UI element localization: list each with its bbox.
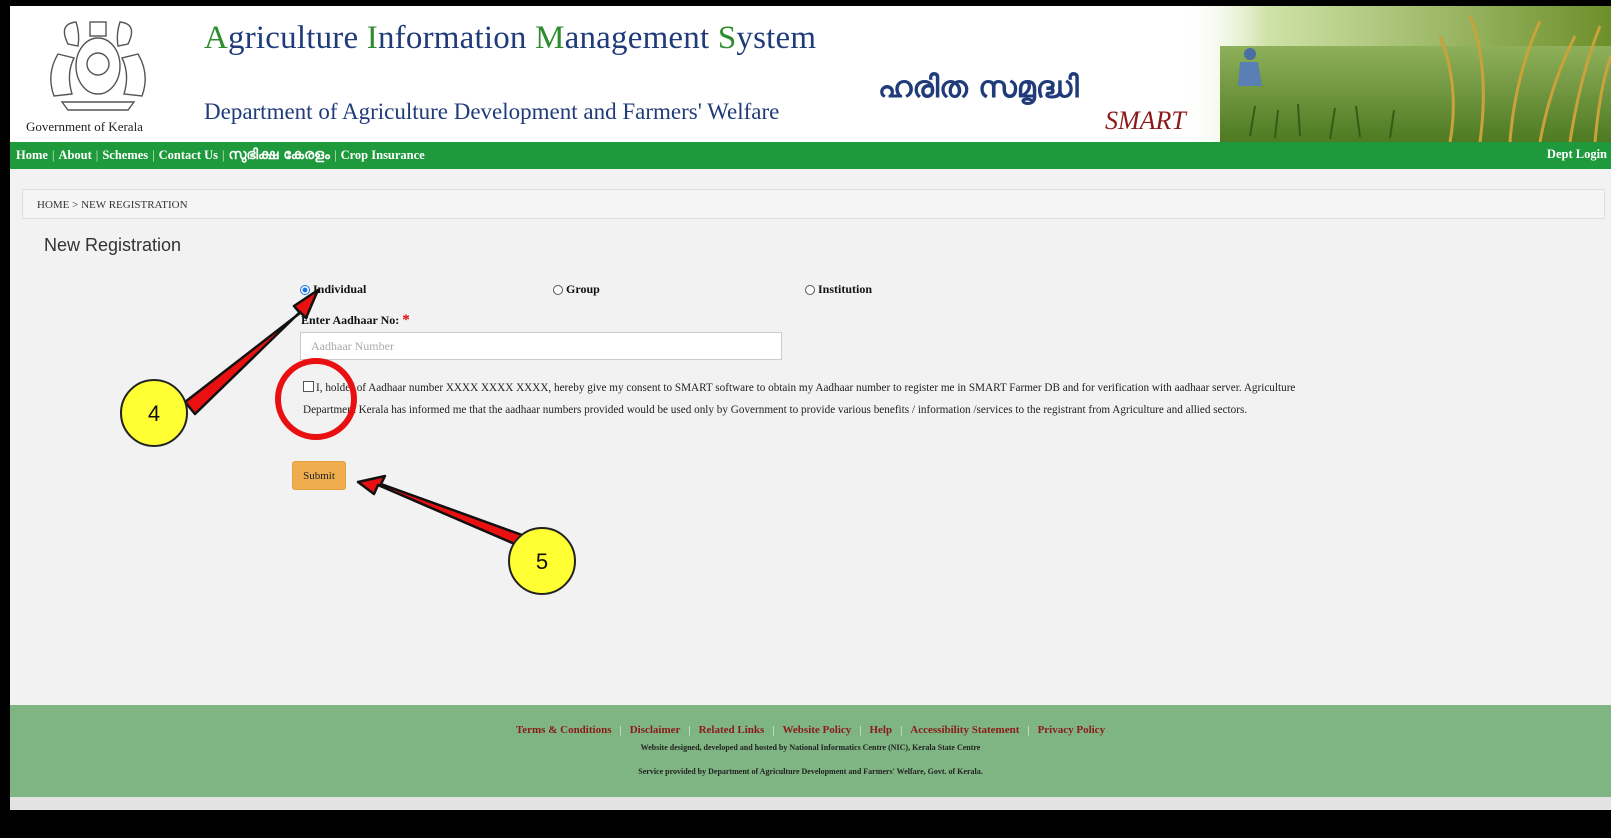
haritha-samrudhi-logo: ഹരിത സമൃദ്ധി [878,70,1079,105]
nav-separator: | [334,148,337,162]
nav-home-link[interactable]: Home [16,148,48,162]
aadhaar-label-text: Enter Aadhaar No: [301,313,400,327]
government-caption: Government of Kerala [26,119,143,134]
radio-group[interactable]: Group [553,282,600,297]
app-title-letter: S [717,20,737,56]
footer-disclaimer-link[interactable]: Disclaimer [630,724,681,736]
dept-login-link[interactable]: Dept Login [1547,147,1607,162]
page-title: New Registration [44,235,182,255]
department-title: Department of Agriculture Development an… [204,99,780,124]
footer-separator: | [900,724,903,736]
smart-logo: SMART [1105,106,1186,135]
nav-separator: | [222,148,225,162]
footer-accessibility-link[interactable]: Accessibility Statement [910,724,1019,736]
app-title-letter: A [204,20,229,56]
footer-privacy-link[interactable]: Privacy Policy [1038,724,1106,736]
footer-terms-link[interactable]: Terms & Conditions [516,724,612,736]
app-title: Agriculture Information Management Syste… [204,20,816,57]
nav-contact-link[interactable]: Contact Us [159,148,218,162]
app-title-word: ystem [736,20,817,56]
nav-about-link[interactable]: About [58,148,91,162]
nav-links: Home | About | Schemes | Contact Us | സുഭിക്ഷ കേ… [16,147,425,163]
footer-related-links-link[interactable]: Related Links [699,724,765,736]
top-navigation-bar: Home | About | Schemes | Contact Us | സുഭിക്ഷ കേ… [10,142,1611,169]
bottom-strip [10,797,1611,810]
app-title-word: griculture [228,20,367,56]
footer-separator: | [619,724,622,736]
aadhaar-consent: I, holder of Aadhaar number XXXX XXXX XX… [303,377,1303,421]
radio-institution[interactable]: Institution [805,282,872,297]
paddy-field-banner-image [1180,6,1611,142]
site-footer: Terms & Conditions | Disclaimer | Related Li… [10,705,1611,797]
nav-subhiksha-keralam-link[interactable]: സുഭിക്ഷ കേരളം [229,147,331,163]
footer-links: Terms & Conditions | Disclaimer | Related Li… [10,724,1611,736]
footer-service-credit: Service provided by Department of Agricu… [638,767,983,776]
aadhaar-label: Enter Aadhaar No: * [301,312,410,329]
app-title-letter: I [366,20,378,56]
site-header: Government of Kerala Agriculture Informa… [10,6,1611,142]
radio-individual[interactable]: Individual [300,282,366,297]
nav-crop-insurance-link[interactable]: Crop Insurance [341,148,425,162]
app-title-word: anagement [564,20,718,56]
nav-separator: | [95,148,99,162]
kerala-emblem-logo [50,21,146,111]
radio-selected-icon[interactable] [300,284,310,295]
footer-website-policy-link[interactable]: Website Policy [783,724,852,736]
footer-separator: | [688,724,691,736]
footer-nic-credit: Website designed, developed and hosted b… [640,743,981,752]
footer-separator: | [772,724,775,736]
radio-label: Group [566,282,600,296]
footer-separator: | [1027,724,1030,736]
footer-separator: | [859,724,862,736]
app-title-word: nformation [377,20,536,56]
aadhaar-number-input[interactable] [300,332,782,360]
consent-checkbox[interactable] [303,381,314,392]
required-asterisk: * [402,312,410,328]
radio-unselected-icon[interactable] [805,284,815,295]
radio-label: Institution [818,282,873,296]
app-title-letter: M [535,20,565,56]
radio-unselected-icon[interactable] [553,284,563,295]
radio-label: Individual [313,282,367,296]
nav-separator: | [51,148,55,162]
footer-help-link[interactable]: Help [869,724,892,736]
browser-viewport: Government of Kerala Agriculture Informa… [10,6,1611,810]
consent-text: I, holder of Aadhaar number XXXX XXXX XX… [303,382,1296,416]
nav-separator: | [152,148,155,162]
submit-button[interactable]: Submit [292,461,346,490]
breadcrumb: HOME > NEW REGISTRATION [22,189,1605,219]
nav-schemes-link[interactable]: Schemes [102,148,148,162]
